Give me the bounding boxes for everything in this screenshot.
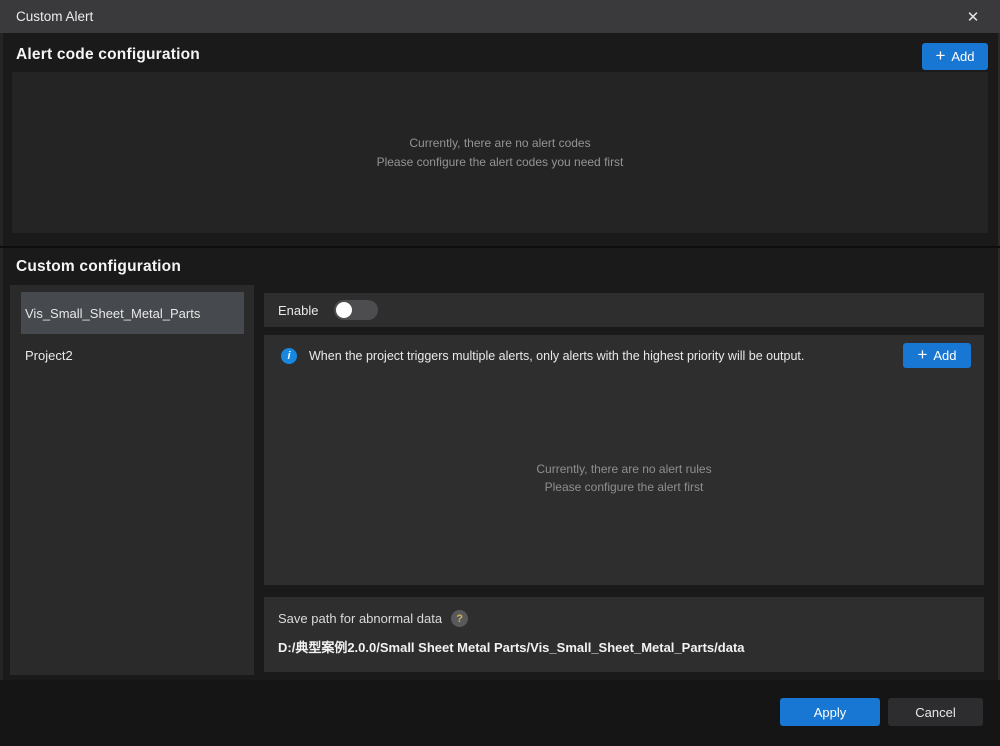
enable-row: Enable: [264, 293, 984, 327]
alert-codes-empty-line1: Currently, there are no alert codes: [409, 135, 590, 151]
info-text: When the project triggers multiple alert…: [309, 349, 804, 363]
enable-label: Enable: [278, 303, 318, 318]
save-path-label-row: Save path for abnormal data ?: [278, 610, 970, 627]
section-divider: [0, 246, 1000, 248]
alert-rules-empty-line1: Currently, there are no alert rules: [536, 461, 711, 477]
alert-rules-panel: i When the project triggers multiple ale…: [264, 335, 984, 585]
enable-toggle[interactable]: [334, 300, 378, 320]
cancel-button[interactable]: Cancel: [888, 698, 983, 726]
help-icon[interactable]: ?: [451, 610, 468, 627]
project-list-item[interactable]: Project2: [21, 334, 244, 376]
alert-rules-empty-line2: Please configure the alert first: [545, 479, 704, 495]
project-list: Vis_Small_Sheet_Metal_Parts Project2: [10, 285, 254, 675]
custom-section-title: Custom configuration: [16, 258, 181, 276]
add-alert-code-button[interactable]: + Add: [922, 43, 988, 70]
add-alert-rule-button[interactable]: + Add: [903, 343, 971, 368]
plus-icon: +: [935, 47, 945, 64]
alert-codes-empty-line2: Please configure the alert codes you nee…: [377, 154, 624, 170]
close-icon[interactable]: ✕: [952, 0, 994, 33]
save-path-value: D:/典型案例2.0.0/Small Sheet Metal Parts/Vis…: [278, 637, 970, 656]
alert-rules-empty: Currently, there are no alert rules Plea…: [264, 461, 984, 495]
add-alert-code-label: Add: [951, 49, 974, 64]
toggle-knob: [336, 302, 352, 318]
plus-icon: +: [917, 346, 927, 363]
titlebar: Custom Alert ✕: [0, 0, 1000, 33]
add-alert-rule-label: Add: [933, 348, 956, 363]
alert-code-section-title: Alert code configuration: [16, 46, 200, 64]
save-path-label: Save path for abnormal data: [278, 611, 442, 626]
custom-alert-dialog: Custom Alert ✕ Alert code configuration …: [0, 0, 1000, 746]
info-icon: i: [281, 348, 297, 364]
save-path-panel: Save path for abnormal data ? D:/典型案例2.0…: [264, 597, 984, 672]
alert-codes-empty-panel: Currently, there are no alert codes Plea…: [12, 72, 988, 233]
info-row: i When the project triggers multiple ale…: [264, 335, 984, 368]
apply-button[interactable]: Apply: [780, 698, 880, 726]
project-list-item-selected[interactable]: Vis_Small_Sheet_Metal_Parts: [21, 292, 244, 334]
window-title: Custom Alert: [16, 9, 93, 24]
